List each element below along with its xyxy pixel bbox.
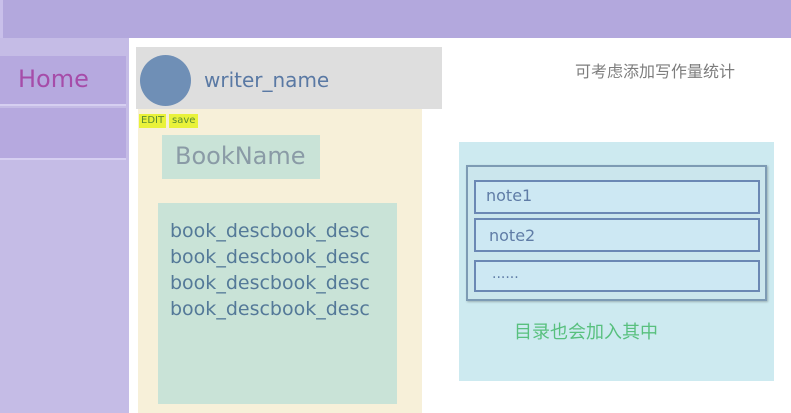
book-name: BookName: [175, 142, 306, 170]
toc-item-note1[interactable]: note1: [474, 180, 760, 214]
sidebar-item-label: Home: [18, 65, 89, 93]
description-line: book_descbook_desc: [170, 246, 370, 268]
avatar[interactable]: [140, 55, 191, 106]
toc-item-label: note2: [489, 226, 536, 245]
toc-caption: 目录也会加入其中: [514, 322, 658, 343]
description-line: book_descbook_desc: [170, 220, 370, 242]
sidebar-item-empty[interactable]: [0, 108, 126, 160]
description-line: book_descbook_desc: [170, 272, 370, 294]
edit-button[interactable]: EDIT: [139, 114, 167, 128]
save-button[interactable]: save: [169, 114, 199, 128]
description-line: book_descbook_desc: [170, 298, 370, 320]
sidebar-item-home[interactable]: Home: [0, 56, 126, 106]
toc-item-note2[interactable]: note2: [474, 218, 760, 252]
toc-item-label: ......: [492, 266, 519, 282]
toc-item-more[interactable]: ......: [474, 260, 760, 292]
writer-name: writer_name: [204, 68, 330, 92]
book-description: book_descbook_desc book_descbook_desc bo…: [170, 218, 392, 322]
top-bar: [0, 0, 791, 38]
toc-list: note1 note2 ......: [466, 165, 767, 301]
toc-item-label: note1: [486, 186, 533, 205]
stats-note: 可考虑添加写作量统计: [575, 62, 736, 81]
